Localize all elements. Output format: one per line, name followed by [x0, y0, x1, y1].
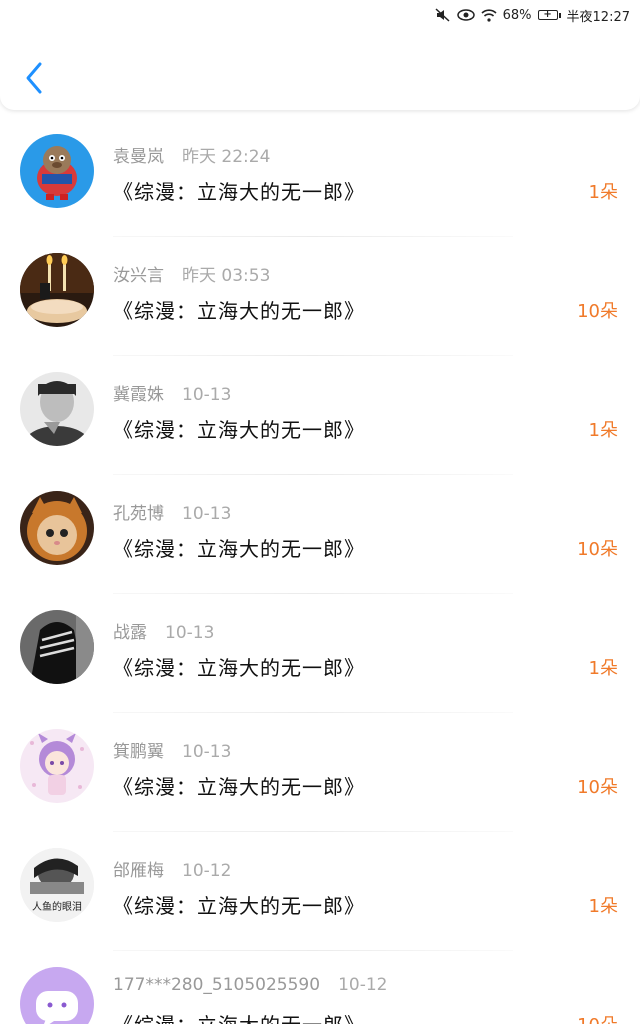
flower-count: 1朵	[588, 182, 618, 203]
item-meta: 邰雁梅 10-12	[113, 856, 231, 881]
chevron-left-icon	[26, 62, 42, 94]
flower-count: 1朵	[588, 896, 618, 917]
book-title: 《综漫：立海大的无一郎》	[113, 894, 365, 918]
item-date: 昨天 22:24	[182, 147, 271, 167]
item-meta: 袁曼岚 昨天 22:24	[113, 142, 270, 167]
item-meta: 汝兴言 昨天 03:53	[113, 261, 270, 286]
avatar[interactable]	[20, 372, 94, 446]
item-date: 10-13	[182, 504, 232, 524]
flower-count: 10朵	[577, 1011, 618, 1024]
status-bar: 68% + 半夜12:27	[0, 0, 640, 30]
wifi-icon	[481, 8, 497, 22]
book-title: 《综漫：立海大的无一郎》	[113, 775, 365, 799]
item-date: 10-12	[182, 861, 232, 881]
mute-icon	[435, 8, 451, 22]
item-date: 10-12	[338, 975, 388, 995]
sender-name: 箕鹏翼	[113, 742, 164, 762]
list-item[interactable]: 战露 10-13 《综漫：立海大的无一郎》 1朵	[0, 594, 640, 713]
book-title: 《综漫：立海大的无一郎》	[113, 1009, 365, 1024]
avatar[interactable]	[20, 610, 94, 684]
item-date: 10-13	[182, 385, 232, 405]
book-title: 《综漫：立海大的无一郎》	[113, 180, 365, 204]
item-meta: 冀霞姝 10-13	[113, 380, 231, 405]
sender-name: 冀霞姝	[113, 385, 164, 405]
flower-count: 10朵	[577, 777, 618, 798]
screen: 68% + 半夜12:27 袁曼岚 昨天 22:24 《综漫：立海大的无一郎》 …	[0, 0, 640, 1024]
avatar[interactable]	[20, 967, 94, 1024]
flower-count: 10朵	[577, 301, 618, 322]
list-item[interactable]: 箕鹏翼 10-13 《综漫：立海大的无一郎》 10朵	[0, 713, 640, 832]
flower-count: 1朵	[588, 658, 618, 679]
item-meta: 孔苑博 10-13	[113, 499, 231, 524]
book-title: 《综漫：立海大的无一郎》	[113, 418, 365, 442]
avatar[interactable]	[20, 134, 94, 208]
list-item[interactable]: 人鱼的眼泪 邰雁梅 10-12 《综漫：立海大的无一郎》 1朵	[0, 832, 640, 951]
avatar[interactable]: 人鱼的眼泪	[20, 848, 94, 922]
book-title: 《综漫：立海大的无一郎》	[113, 656, 365, 680]
avatar[interactable]	[20, 253, 94, 327]
item-meta: 战露 10-13	[113, 618, 214, 643]
status-time: 半夜12:27	[566, 9, 630, 25]
list-item[interactable]: 孔苑博 10-13 《综漫：立海大的无一郎》 10朵	[0, 475, 640, 594]
book-title: 《综漫：立海大的无一郎》	[113, 537, 365, 561]
list-item[interactable]: 冀霞姝 10-13 《综漫：立海大的无一郎》 1朵	[0, 356, 640, 475]
list-item[interactable]: 汝兴言 昨天 03:53 《综漫：立海大的无一郎》 10朵	[0, 237, 640, 356]
avatar[interactable]	[20, 729, 94, 803]
list-item[interactable]: 袁曼岚 昨天 22:24 《综漫：立海大的无一郎》 1朵	[0, 118, 640, 237]
flower-count: 10朵	[577, 539, 618, 560]
sender-name: 战露	[113, 623, 147, 643]
flower-count: 1朵	[588, 420, 618, 441]
item-date: 10-13	[182, 742, 232, 762]
battery-percent: 68%	[502, 7, 532, 23]
avatar-caption: 人鱼的眼泪	[32, 902, 82, 913]
sender-name: 汝兴言	[113, 266, 164, 286]
item-date: 10-13	[165, 623, 215, 643]
sender-name: 孔苑博	[113, 504, 164, 524]
eye-icon	[456, 9, 475, 21]
gift-list: 袁曼岚 昨天 22:24 《综漫：立海大的无一郎》 1朵 汝兴言 昨天 03:5…	[0, 118, 640, 1024]
sender-name: 177***280_5105025590	[113, 975, 321, 995]
item-date: 昨天 03:53	[182, 266, 271, 286]
battery-icon: +	[537, 10, 561, 20]
avatar[interactable]	[20, 491, 94, 565]
list-item[interactable]: 177***280_5105025590 10-12 《综漫：立海大的无一郎》 1…	[0, 951, 640, 1024]
sender-name: 袁曼岚	[113, 147, 164, 167]
back-button[interactable]	[20, 58, 50, 98]
item-meta: 177***280_5105025590 10-12	[113, 975, 387, 995]
sender-name: 邰雁梅	[113, 861, 164, 881]
item-meta: 箕鹏翼 10-13	[113, 737, 231, 762]
book-title: 《综漫：立海大的无一郎》	[113, 299, 365, 323]
